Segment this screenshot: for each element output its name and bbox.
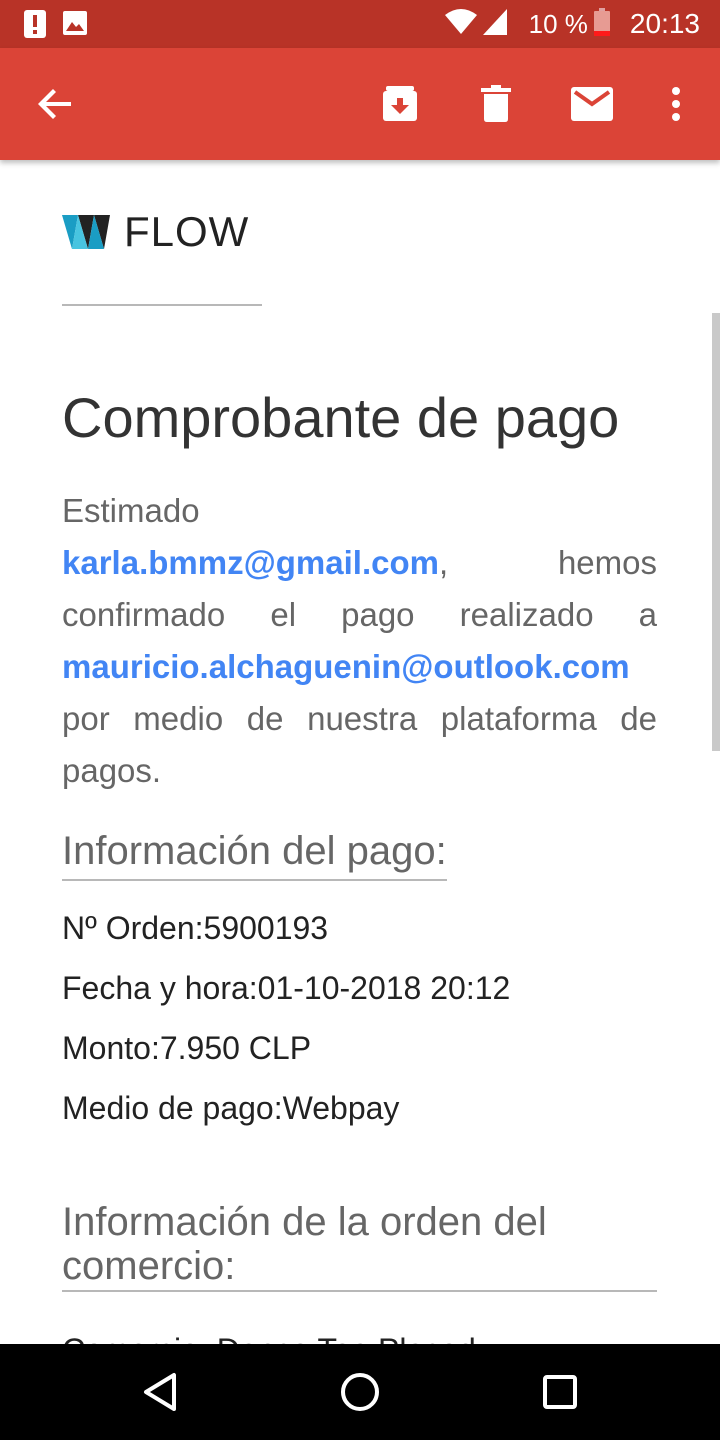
amount-row: Monto:7.950 CLP <box>62 1030 311 1067</box>
order-number-row: Nº Orden:5900193 <box>62 910 328 947</box>
back-button[interactable] <box>27 76 83 132</box>
nav-back-icon <box>144 1373 176 1411</box>
nav-back-button[interactable] <box>136 1368 184 1416</box>
info-label: Medio de pago: <box>62 1090 283 1126</box>
status-bar: 10 % 20:13 <box>0 0 720 48</box>
datetime-row: Fecha y hora:01-10-2018 20:12 <box>62 970 510 1007</box>
info-value: 01-10-2018 20:12 <box>257 970 511 1006</box>
payment-info-heading: Información del pago: <box>62 825 447 881</box>
delete-icon <box>481 85 511 122</box>
info-value: Webpay <box>282 1090 400 1126</box>
greeting-text: Estimado <box>62 492 200 529</box>
order-info-heading: Información de la orden del comercio: <box>62 1200 657 1292</box>
logo-text: FLOW <box>124 208 250 255</box>
back-arrow-icon <box>38 89 71 119</box>
info-label: Fecha y hora: <box>62 970 258 1006</box>
nav-home-button[interactable] <box>336 1368 384 1416</box>
payee-email-link[interactable]: mauricio.alchaguenin@outlook.com <box>62 648 630 685</box>
mark-unread-button[interactable] <box>564 76 620 132</box>
nav-recents-icon <box>543 1375 577 1409</box>
image-icon <box>62 10 88 43</box>
intro-paragraph: Estimado karla.bmmz@gmail.com, hemos con… <box>62 485 657 797</box>
navigation-bar <box>0 1344 720 1440</box>
flow-logo: FLOW <box>62 208 249 256</box>
scrollbar[interactable] <box>712 313 720 751</box>
payer-email-link[interactable]: karla.bmmz@gmail.com <box>62 544 439 581</box>
flow-logo-icon <box>62 215 110 249</box>
info-value: 7.950 CLP <box>159 1030 312 1066</box>
email-title: Comprobante de pago <box>62 386 620 449</box>
archive-button[interactable] <box>372 76 428 132</box>
delete-button[interactable] <box>468 76 524 132</box>
more-vert-icon <box>672 87 680 121</box>
nav-recents-button[interactable] <box>536 1368 584 1416</box>
nav-home-icon <box>341 1373 379 1411</box>
info-label: Monto: <box>62 1030 160 1066</box>
clock: 20:13 <box>629 8 700 39</box>
platform-text: por medio de nuestra plataforma de pagos… <box>62 700 657 789</box>
archive-icon <box>383 86 417 121</box>
battery-percent: 10 % <box>528 8 588 39</box>
wifi-icon <box>444 8 477 40</box>
comma: , <box>438 544 449 581</box>
info-label: Nº Orden: <box>62 910 204 946</box>
app-bar <box>0 48 720 160</box>
info-value: 5900193 <box>203 910 329 946</box>
partial-order-line: Comercio: Dance Tea Placed... <box>62 1332 503 1344</box>
logo-divider <box>62 304 262 306</box>
mail-icon <box>571 87 613 121</box>
email-body[interactable]: FLOW Comprobante de pago Estimado karla.… <box>0 160 720 1344</box>
more-options-button[interactable] <box>648 76 704 132</box>
battery-low-icon <box>593 7 610 41</box>
payment-method-row: Medio de pago:Webpay <box>62 1090 399 1127</box>
alert-icon <box>24 10 46 43</box>
signal-icon <box>482 8 507 40</box>
